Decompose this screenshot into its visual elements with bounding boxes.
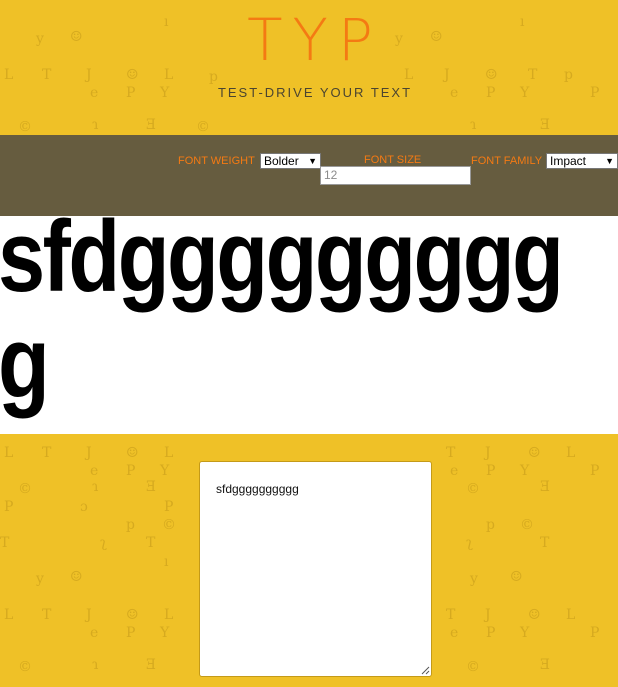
font-weight-select[interactable]: Bolder ▼	[260, 153, 321, 169]
caret-down-icon: ▼	[605, 156, 614, 166]
font-weight-label: FONT WEIGHT	[178, 155, 255, 167]
font-size-input[interactable]: 12	[320, 166, 471, 185]
text-input-area[interactable]: sfdgggggggggg	[199, 461, 432, 677]
font-family-value: Impact	[550, 154, 587, 168]
font-size-label: FONT SIZE	[364, 154, 422, 166]
tagline: TEST-DRIVE YOUR TEXT	[217, 85, 413, 100]
font-family-label: FONT FAMILY	[471, 155, 543, 167]
header: TYP TEST-DRIVE YOUR TEXT	[0, 0, 618, 135]
controls-bar	[0, 135, 618, 216]
font-family-select[interactable]: Impact ▼	[546, 153, 618, 169]
caret-down-icon: ▼	[308, 156, 317, 166]
logo: TYP	[247, 6, 383, 74]
preview-text: sfdgggggggggg	[0, 216, 564, 419]
font-weight-value: Bolder	[264, 154, 299, 168]
text-preview: sfdgggggggggg	[0, 216, 618, 434]
resize-grip-icon[interactable]	[421, 666, 430, 675]
